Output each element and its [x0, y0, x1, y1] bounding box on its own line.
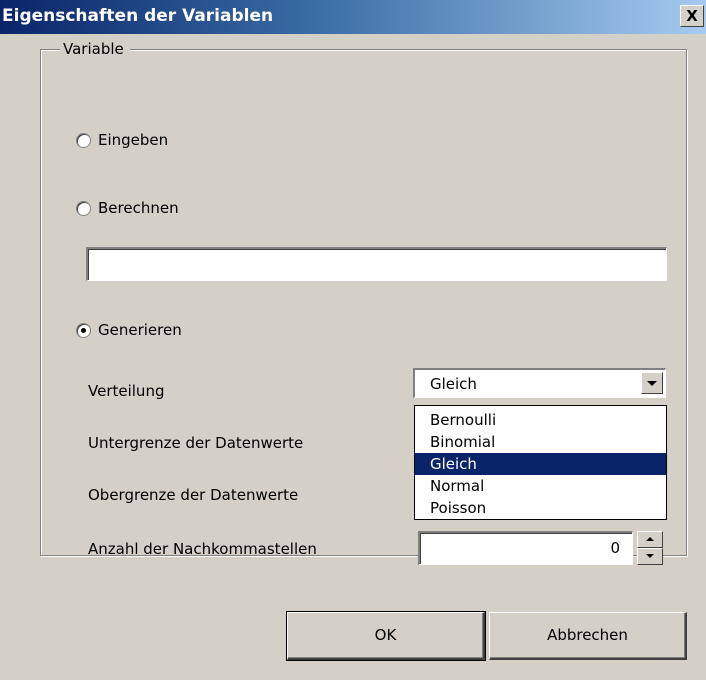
close-icon: X — [686, 7, 698, 25]
radio-generieren-label: Generieren — [98, 321, 182, 339]
close-button[interactable]: X — [680, 5, 704, 27]
radio-berechnen[interactable] — [76, 200, 91, 216]
radio-berechnen-row[interactable]: Berechnen — [76, 199, 179, 217]
radio-eingeben[interactable] — [76, 132, 91, 148]
formula-input[interactable] — [86, 247, 667, 281]
lower-bound-label: Untergrenze der Datenwerte — [88, 434, 304, 452]
dropdown-option-bernoulli[interactable]: Bernoulli — [415, 409, 666, 431]
decimals-label: Anzahl der Nachkommastellen — [88, 540, 317, 558]
radio-eingeben-label: Eingeben — [98, 131, 169, 149]
chevron-down-icon[interactable] — [641, 372, 663, 394]
decimals-input[interactable]: 0 — [418, 531, 633, 565]
decimals-spinner[interactable] — [637, 531, 663, 565]
radio-berechnen-label: Berechnen — [98, 199, 179, 217]
distribution-label: Verteilung — [88, 382, 165, 400]
window-title: Eigenschaften der Variablen — [2, 6, 274, 26]
spin-up-icon[interactable] — [637, 531, 663, 548]
distribution-dropdown-list[interactable]: Bernoulli Binomial Gleich Normal Poisson — [414, 405, 667, 520]
dropdown-option-poisson[interactable]: Poisson — [415, 497, 666, 519]
cancel-button[interactable]: Abbrechen — [489, 612, 687, 660]
dropdown-option-gleich[interactable]: Gleich — [415, 453, 666, 475]
title-bar: Eigenschaften der Variablen X — [0, 0, 706, 34]
distribution-combobox[interactable]: Gleich — [413, 368, 666, 398]
distribution-combobox-value: Gleich — [430, 375, 477, 393]
radio-generieren-row[interactable]: Generieren — [76, 321, 182, 339]
dropdown-option-binomial[interactable]: Binomial — [415, 431, 666, 453]
radio-eingeben-row[interactable]: Eingeben — [76, 131, 168, 149]
groupbox-legend: Variable — [60, 40, 130, 58]
decimals-input-value: 0 — [610, 539, 620, 557]
upper-bound-label: Obergrenze der Datenwerte — [88, 486, 299, 504]
ok-button[interactable]: OK — [286, 611, 486, 661]
radio-generieren[interactable] — [76, 322, 91, 338]
dropdown-option-normal[interactable]: Normal — [415, 475, 666, 497]
spin-down-icon[interactable] — [637, 548, 663, 565]
